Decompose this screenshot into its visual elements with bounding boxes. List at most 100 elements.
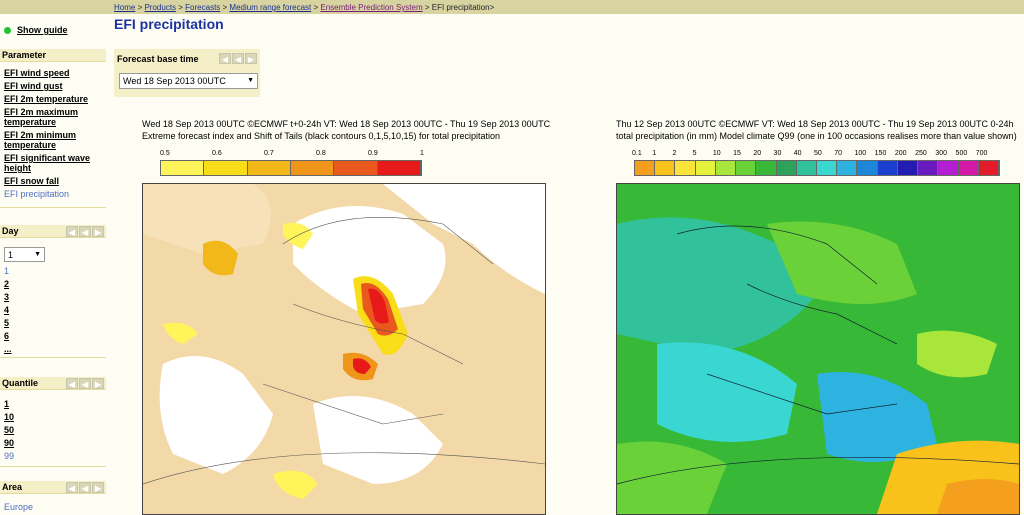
left-scale-labels: 0.5 0.6 0.7 0.8 0.9 1 <box>160 150 430 160</box>
colorbar-swatch <box>938 161 959 175</box>
first-icon[interactable]: ◀ <box>66 482 78 493</box>
quantile-arrows: ◀ ◀ ▶ <box>66 378 104 389</box>
sidebar: Show guide Parameter EFI wind speed EFI … <box>0 14 108 513</box>
scale-label: 1 <box>420 150 424 157</box>
colorbar-swatch <box>877 161 898 175</box>
param-efi-wind-gust[interactable]: EFI wind gust <box>4 81 63 91</box>
page-title: EFI precipitation <box>114 16 224 32</box>
colorbar-swatch <box>377 161 421 175</box>
param-efi-2m-temp[interactable]: EFI 2m temperature <box>4 94 88 104</box>
efi-map-image <box>143 184 545 514</box>
param-efi-wave-height[interactable]: EFI significant wave height <box>4 153 90 173</box>
colorbar-swatch <box>204 161 248 175</box>
day-item[interactable]: 4 <box>4 305 9 315</box>
quantile-item[interactable]: 99 <box>4 451 14 461</box>
right-map-subtitle: total precipitation (in mm) Model climat… <box>616 131 1017 141</box>
breadcrumb-products[interactable]: Products <box>144 3 176 12</box>
day-item[interactable]: 1 <box>4 266 9 276</box>
show-guide[interactable]: Show guide <box>4 25 68 35</box>
left-map <box>142 183 546 515</box>
day-item[interactable]: 2 <box>4 279 9 289</box>
colorbar-swatch <box>161 161 205 175</box>
chevron-down-icon: ▼ <box>247 77 254 84</box>
scale-label: 0.9 <box>368 150 378 157</box>
divider <box>0 357 106 358</box>
day-item[interactable]: 6 <box>4 331 9 341</box>
show-guide-link[interactable]: Show guide <box>17 25 68 35</box>
quantile-header: Quantile ◀ ◀ ▶ <box>0 377 106 390</box>
param-efi-2m-min-temp[interactable]: EFI 2m minimum temperature <box>4 130 76 150</box>
first-icon[interactable]: ◀ <box>66 226 78 237</box>
scale-label: 10 <box>712 150 721 157</box>
right-map-title: Thu 12 Sep 2013 00UTC ©ECMWF VT: Wed 18 … <box>616 119 1014 129</box>
right-colorbar <box>634 160 1000 176</box>
quantile-item[interactable]: 90 <box>4 438 14 448</box>
climate-map-image <box>617 184 1019 514</box>
scale-label: 300 <box>935 150 948 157</box>
prev-icon[interactable]: ◀ <box>79 226 91 237</box>
day-select[interactable]: 1 ▼ <box>4 247 45 262</box>
colorbar-swatch <box>247 161 291 175</box>
scale-label: 100 <box>854 150 867 157</box>
scale-label: 15 <box>733 150 741 157</box>
colorbar-swatch <box>290 161 335 175</box>
next-icon[interactable]: ▶ <box>245 53 257 64</box>
colorbar-swatch <box>715 161 737 175</box>
breadcrumb-forecasts[interactable]: Forecasts <box>185 3 220 12</box>
scale-label: 0.6 <box>212 150 222 157</box>
breadcrumb-home[interactable]: Home <box>114 3 135 12</box>
area-list: Europe <box>4 502 33 515</box>
area-item-europe[interactable]: Europe <box>4 502 33 512</box>
day-item[interactable]: 3 <box>4 292 9 302</box>
colorbar-swatch <box>334 161 378 175</box>
left-map-title: Wed 18 Sep 2013 00UTC ©ECMWF t+0-24h VT:… <box>142 119 551 129</box>
top-bar: Home > Products > Forecasts > Medium ran… <box>0 0 1024 14</box>
param-efi-2m-max-temp[interactable]: EFI 2m maximum temperature <box>4 107 78 127</box>
quantile-list: 1 10 50 90 99 <box>4 399 14 464</box>
first-icon[interactable]: ◀ <box>219 53 231 64</box>
breadcrumb-medium-range[interactable]: Medium range forecast <box>229 3 311 12</box>
colorbar-swatch <box>918 161 939 175</box>
colorbar-swatch <box>655 161 676 175</box>
day-item[interactable]: 5 <box>4 318 9 328</box>
breadcrumb-eps[interactable]: Ensemble Prediction System <box>320 3 422 12</box>
param-efi-wind-speed[interactable]: EFI wind speed <box>4 68 70 78</box>
colorbar-swatch <box>635 161 656 175</box>
colorbar-swatch <box>736 161 757 175</box>
day-arrows: ◀ ◀ ▶ <box>66 226 104 237</box>
day-item-more[interactable]: ... <box>4 344 12 354</box>
scale-label: 500 <box>955 150 968 157</box>
scale-label: 200 <box>894 150 907 157</box>
colorbar-swatch <box>675 161 696 175</box>
colorbar-swatch <box>816 161 838 175</box>
param-efi-precipitation[interactable]: EFI precipitation <box>4 189 69 199</box>
quantile-item[interactable]: 50 <box>4 425 14 435</box>
scale-label: 150 <box>874 150 887 157</box>
quantile-item[interactable]: 10 <box>4 412 14 422</box>
colorbar-swatch <box>958 161 979 175</box>
param-efi-snow-fall[interactable]: EFI snow fall <box>4 176 59 186</box>
scale-label: 250 <box>915 150 927 157</box>
base-time-select[interactable]: Wed 18 Sep 2013 00UTC ▼ <box>119 73 258 89</box>
scale-label: 0.1 <box>632 150 642 157</box>
area-header: Area ◀ ◀ ▶ <box>0 481 106 494</box>
left-colorbar <box>160 160 422 176</box>
scale-label: 70 <box>834 150 843 157</box>
chevron-down-icon: ▼ <box>34 251 41 258</box>
colorbar-swatch <box>837 161 858 175</box>
first-icon[interactable]: ◀ <box>66 378 78 389</box>
colorbar-swatch <box>978 161 999 175</box>
prev-icon[interactable]: ◀ <box>79 378 91 389</box>
next-icon[interactable]: ▶ <box>92 226 104 237</box>
next-icon[interactable]: ▶ <box>92 482 104 493</box>
quantile-item[interactable]: 1 <box>4 399 9 409</box>
parameter-list: EFI wind speed EFI wind gust EFI 2m temp… <box>4 68 108 202</box>
colorbar-swatch <box>776 161 797 175</box>
next-icon[interactable]: ▶ <box>92 378 104 389</box>
colorbar-swatch <box>695 161 716 175</box>
scale-label: 40 <box>793 150 802 157</box>
prev-icon[interactable]: ◀ <box>79 482 91 493</box>
prev-icon[interactable]: ◀ <box>232 53 244 64</box>
scale-label: 700 <box>975 150 988 157</box>
parameter-header: Parameter <box>0 49 106 62</box>
